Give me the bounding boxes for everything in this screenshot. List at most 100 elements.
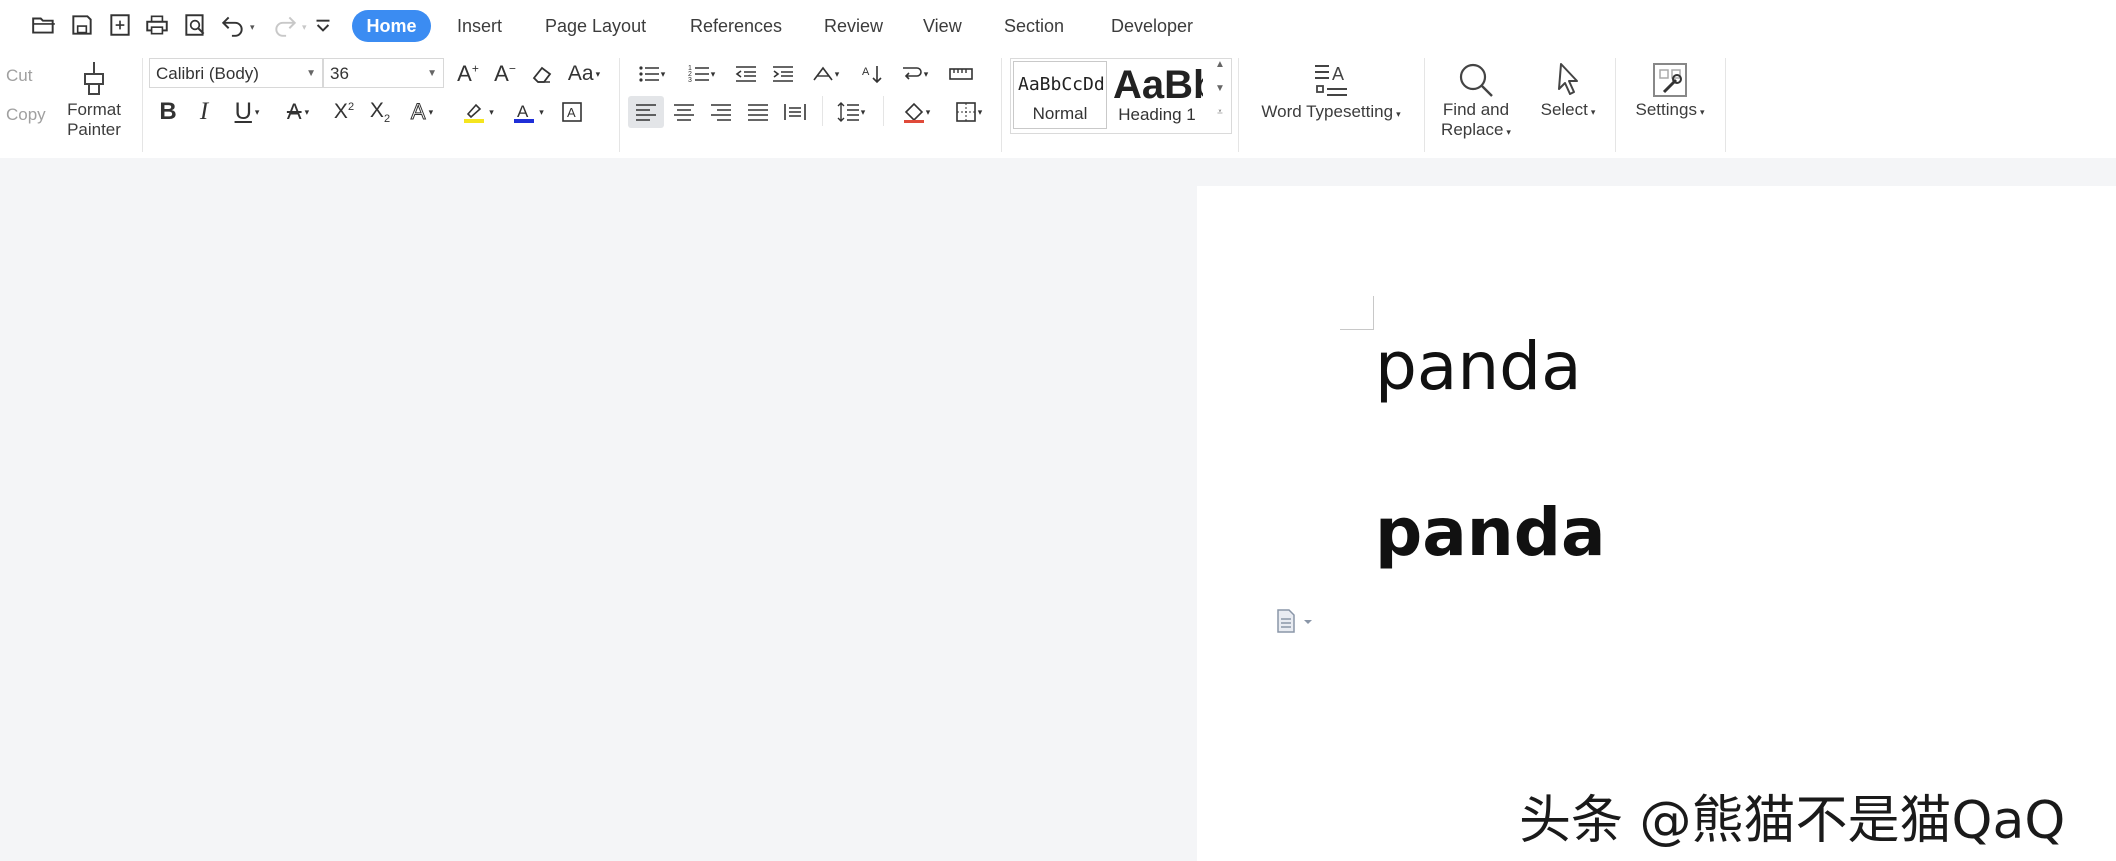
- tab-insert[interactable]: Insert: [457, 10, 502, 42]
- highlight-icon[interactable]: ▾: [456, 96, 500, 128]
- svg-text:A: A: [862, 66, 870, 78]
- line-spacing-icon[interactable]: ▾: [830, 96, 872, 128]
- copy-button[interactable]: Copy: [6, 105, 46, 125]
- save-icon[interactable]: [67, 10, 97, 40]
- tab-home[interactable]: Home: [352, 10, 431, 42]
- justify-icon[interactable]: [742, 96, 774, 128]
- divider: [883, 96, 884, 126]
- svg-text:3: 3: [688, 77, 692, 84]
- align-left-icon[interactable]: [628, 96, 664, 128]
- word-typesetting-label: Word Typesetting: [1261, 102, 1394, 121]
- chevron-down-icon[interactable]: ▼: [1211, 83, 1229, 105]
- clear-format-icon[interactable]: [526, 58, 558, 90]
- grow-font-icon[interactable]: A+: [452, 58, 484, 90]
- find-replace-label-2: Replace: [1441, 120, 1504, 139]
- format-painter-label-1: Format: [67, 100, 121, 119]
- font-size-select[interactable]: 36 ▼: [323, 58, 444, 88]
- document-text-line-1[interactable]: panda: [1375, 328, 1582, 405]
- divider: [1424, 58, 1425, 152]
- settings-label: Settings: [1635, 100, 1697, 119]
- typesetting-icon: A: [1315, 64, 1347, 96]
- sort-icon[interactable]: A: [856, 58, 888, 90]
- expand-gallery-icon[interactable]: ⩡: [1211, 107, 1229, 129]
- format-painter-button[interactable]: Format Painter: [56, 60, 132, 140]
- divider: [822, 96, 823, 126]
- tab-developer[interactable]: Developer: [1111, 10, 1193, 42]
- style-normal-label: Normal: [1032, 104, 1088, 123]
- numbered-list-icon[interactable]: 1 2 3 ▾: [680, 58, 722, 90]
- customize-icon[interactable]: [308, 10, 338, 40]
- divider: [142, 58, 143, 152]
- decrease-indent-icon[interactable]: [730, 58, 762, 90]
- paragraph-options-icon[interactable]: [1274, 608, 1314, 639]
- font-name-select[interactable]: Calibri (Body) ▼: [149, 58, 323, 88]
- tab-section[interactable]: Section: [1004, 10, 1064, 42]
- undo-dropdown-icon[interactable]: ▾: [250, 22, 260, 32]
- distribute-icon[interactable]: [779, 96, 811, 128]
- font-name-value: Calibri (Body): [156, 64, 259, 83]
- divider: [1238, 58, 1239, 152]
- tab-view[interactable]: View: [923, 10, 962, 42]
- chevron-down-icon: ▼: [427, 68, 437, 79]
- margin-marker: [1373, 296, 1374, 330]
- redo-icon[interactable]: [270, 10, 300, 40]
- export-pdf-icon[interactable]: [105, 10, 135, 40]
- italic-icon[interactable]: I: [188, 96, 220, 128]
- underline-icon[interactable]: U ▾: [225, 96, 269, 128]
- divider: [619, 58, 620, 152]
- chevron-up-icon[interactable]: ▲: [1211, 59, 1229, 81]
- print-preview-icon[interactable]: [180, 10, 210, 40]
- align-right-icon[interactable]: [705, 96, 737, 128]
- shrink-font-icon[interactable]: A−: [489, 58, 521, 90]
- bullet-list-icon[interactable]: ▾: [630, 58, 672, 90]
- tab-references[interactable]: References: [690, 10, 782, 42]
- margin-marker: [1340, 329, 1374, 330]
- menu-bar: ▾ ▾ Home Insert Page Layout References R…: [0, 0, 2116, 52]
- subscript-icon[interactable]: X2: [364, 96, 396, 128]
- document-text-line-2[interactable]: panda: [1375, 494, 1606, 571]
- style-heading-1[interactable]: AaBb Heading 1: [1111, 61, 1203, 129]
- print-icon[interactable]: [142, 10, 172, 40]
- superscript-icon[interactable]: X2: [328, 96, 360, 128]
- style-heading-label: Heading 1: [1118, 105, 1196, 124]
- tab-review[interactable]: Review: [824, 10, 883, 42]
- paintbrush-icon: [84, 62, 104, 95]
- cursor-icon: [1558, 63, 1578, 95]
- borders-icon[interactable]: ▾: [947, 96, 989, 128]
- text-direction-icon[interactable]: ▾: [804, 58, 846, 90]
- ruler-icon[interactable]: [945, 58, 977, 90]
- divider: [1615, 58, 1616, 152]
- word-typesetting-button[interactable]: A Word Typesetting ▾: [1250, 60, 1412, 122]
- shading-icon[interactable]: ▾: [895, 96, 937, 128]
- change-case-icon[interactable]: Aa ▾: [564, 58, 604, 90]
- open-folder-icon[interactable]: [29, 10, 59, 40]
- style-normal-preview: AaBbCcDd: [1018, 74, 1105, 95]
- line-break-icon[interactable]: ▾: [893, 58, 935, 90]
- styles-gallery: AaBbCcDd Normal AaBb Heading 1 ▲ ▼ ⩡: [1010, 58, 1232, 134]
- select-label: Select: [1540, 100, 1588, 119]
- undo-icon[interactable]: [218, 10, 248, 40]
- bold-icon[interactable]: B: [152, 96, 184, 128]
- settings-icon: [1653, 63, 1687, 97]
- align-center-icon[interactable]: [668, 96, 700, 128]
- tab-page-layout[interactable]: Page Layout: [545, 10, 646, 42]
- svg-text:A: A: [517, 102, 529, 121]
- strikethrough-icon[interactable]: A ▾: [276, 96, 320, 128]
- text-effects-icon[interactable]: A ▾: [400, 96, 444, 128]
- font-color-icon[interactable]: A ▾: [506, 96, 550, 128]
- style-normal[interactable]: AaBbCcDd Normal: [1013, 61, 1107, 129]
- increase-indent-icon[interactable]: [767, 58, 799, 90]
- character-border-icon[interactable]: A: [556, 96, 588, 128]
- divider: [1725, 58, 1726, 152]
- select-button[interactable]: Select ▾: [1530, 60, 1606, 120]
- cut-button[interactable]: Cut: [6, 66, 32, 86]
- find-replace-button[interactable]: Find and Replace ▾: [1432, 60, 1520, 140]
- watermark: 头条 @熊猫不是猫QaQ: [1519, 791, 2066, 851]
- document-page[interactable]: panda panda: [1197, 186, 2116, 861]
- divider: [1001, 58, 1002, 152]
- font-size-value: 36: [330, 64, 349, 83]
- svg-text:A: A: [1332, 64, 1344, 84]
- settings-button[interactable]: Settings ▾: [1622, 60, 1718, 120]
- search-icon: [1459, 63, 1493, 97]
- chevron-down-icon: ▼: [306, 68, 316, 79]
